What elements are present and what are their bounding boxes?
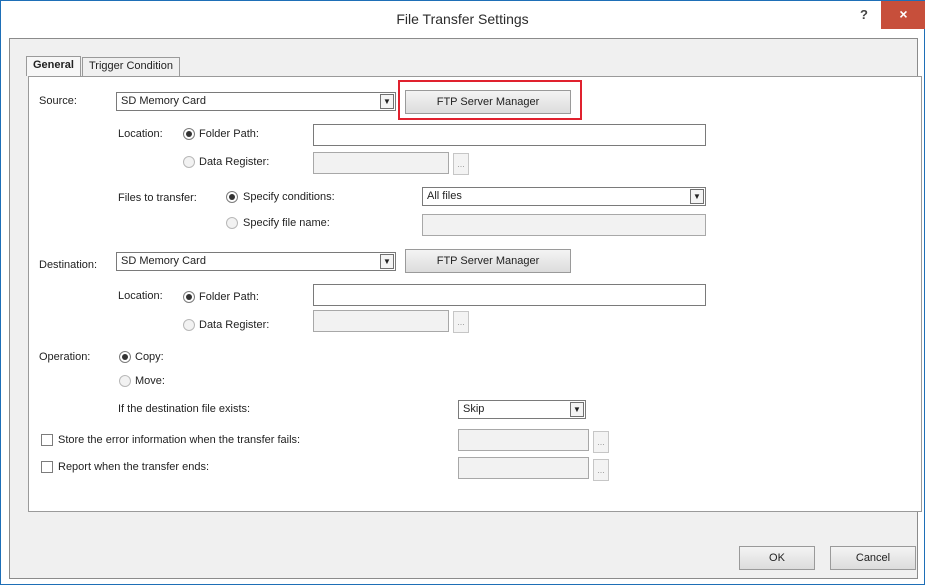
store-error-browse-button[interactable]: ... [593,431,609,453]
source-label: Source: [39,95,77,107]
destination-ftp-server-manager-button[interactable]: FTP Server Manager [405,249,571,273]
conditions-combo-value: All files [427,190,462,202]
source-combo-value: SD Memory Card [121,95,206,107]
move-label: Move: [135,375,165,387]
tab-trigger-condition[interactable]: Trigger Condition [82,57,180,76]
source-data-register-radio[interactable] [183,156,195,168]
title-bar: File Transfer Settings ? × [1,1,925,37]
tab-general[interactable]: General [26,56,81,76]
chevron-down-icon[interactable]: ▼ [690,189,704,204]
report-browse-button[interactable]: ... [593,459,609,481]
chevron-down-icon[interactable]: ▼ [570,402,584,417]
source-data-register-browse-button[interactable]: ... [453,153,469,175]
files-to-transfer-label: Files to transfer: [118,192,197,204]
specify-conditions-radio[interactable] [226,191,238,203]
source-data-register-label: Data Register: [199,156,270,168]
window-title: File Transfer Settings [396,11,529,27]
source-combo[interactable]: SD Memory Card ▼ [116,92,396,111]
chevron-down-icon[interactable]: ▼ [380,254,394,269]
store-error-checkbox[interactable] [41,434,53,446]
destination-folder-path-input[interactable] [313,284,706,306]
destination-exists-combo-value: Skip [463,403,485,415]
source-data-register-input[interactable] [313,152,449,174]
destination-exists-label: If the destination file exists: [118,403,251,415]
copy-label: Copy: [135,351,164,363]
operation-label: Operation: [39,351,91,363]
destination-data-register-input[interactable] [313,310,449,332]
source-folder-path-label: Folder Path: [199,128,259,140]
store-error-input[interactable] [458,429,589,451]
destination-location-label: Location: [118,290,163,302]
ok-button[interactable]: OK [739,546,815,570]
source-location-label: Location: [118,128,163,140]
chevron-down-icon[interactable]: ▼ [380,94,394,109]
cancel-button[interactable]: Cancel [830,546,916,570]
destination-label: Destination: [39,259,98,271]
highlight-box [398,80,582,120]
specify-conditions-label: Specify conditions: [243,191,335,203]
destination-data-register-browse-button[interactable]: ... [453,311,469,333]
destination-folder-path-label: Folder Path: [199,291,259,303]
report-checkbox[interactable] [41,461,53,473]
specify-file-name-label: Specify file name: [243,217,330,229]
destination-folder-path-radio[interactable] [183,291,195,303]
destination-data-register-label: Data Register: [199,319,270,331]
destination-combo[interactable]: SD Memory Card ▼ [116,252,396,271]
destination-exists-combo[interactable]: Skip ▼ [458,400,586,419]
copy-radio[interactable] [119,351,131,363]
dialog-window: File Transfer Settings ? × General Trigg… [0,0,925,585]
source-folder-path-input[interactable] [313,124,706,146]
specify-file-name-radio[interactable] [226,217,238,229]
report-input[interactable] [458,457,589,479]
file-name-input[interactable] [422,214,706,236]
destination-data-register-radio[interactable] [183,319,195,331]
close-button[interactable]: × [881,1,925,29]
destination-combo-value: SD Memory Card [121,255,206,267]
report-label: Report when the transfer ends: [58,461,210,473]
store-error-label: Store the error information when the tra… [58,434,301,446]
move-radio[interactable] [119,375,131,387]
source-folder-path-radio[interactable] [183,128,195,140]
conditions-combo[interactable]: All files ▼ [422,187,706,206]
help-button[interactable]: ? [849,7,879,27]
